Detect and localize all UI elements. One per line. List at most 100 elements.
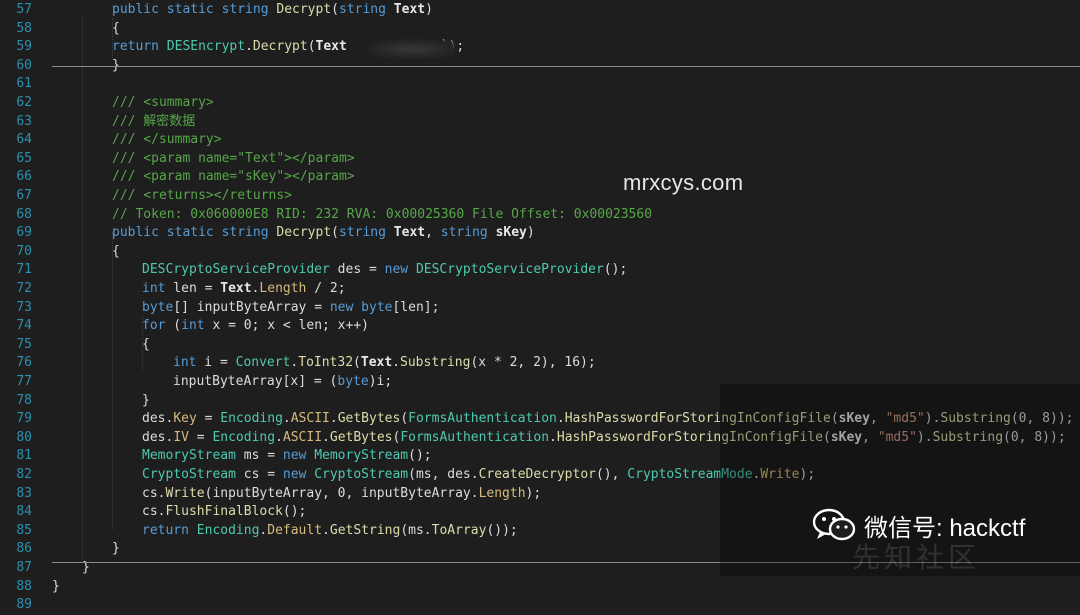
line-number: 79 — [16, 411, 32, 427]
code-token: string — [440, 225, 496, 241]
code-token: return — [112, 39, 167, 55]
code-line[interactable]: 57 public static string Decrypt(string Te… — [0, 1, 1080, 20]
code-text: inputByteArray[x] = (byte)i; — [173, 373, 392, 392]
line-number: 77 — [16, 374, 32, 389]
code-text: } — [142, 392, 150, 411]
code-line[interactable]: 64 /// </summary> — [0, 131, 1080, 150]
code-line[interactable]: 59return DESEncrypt.Decrypt(Text `); — [0, 38, 1080, 57]
code-line[interactable]: 61 — [0, 75, 1080, 94]
code-token: Key — [173, 411, 197, 427]
code-text: /// <returns></returns> — [112, 187, 292, 206]
code-token: ( — [353, 355, 361, 371]
code-token: = — [188, 429, 213, 445]
line-number: 60 — [16, 57, 32, 73]
code-token: DESCryptoServiceProvider — [142, 262, 330, 278]
line-number: 68 — [16, 206, 32, 222]
code-token: (ms, des. — [408, 467, 479, 482]
watermark-site: mrxcys.com — [623, 170, 744, 195]
code-token: FlushFinalBlock — [165, 504, 283, 520]
code-text: cs.FlushFinalBlock(); — [142, 503, 306, 522]
code-token: Encoding — [220, 411, 283, 427]
code-line[interactable]: 70 { — [0, 243, 1080, 262]
code-line[interactable]: 69 public static string Decrypt(string Te… — [0, 224, 1080, 243]
code-token: CryptoStream — [314, 467, 409, 482]
code-line[interactable]: 62 /// <summary> — [0, 94, 1080, 113]
line-number: 65 — [16, 150, 32, 166]
code-line[interactable]: 66 /// <param name="sKey"></param> — [0, 168, 1080, 187]
code-token: CryptoStream — [142, 467, 236, 482]
code-token: des. — [142, 429, 174, 445]
code-line[interactable]: 58 { — [0, 20, 1080, 39]
code-token: /// 解密数据 — [112, 113, 196, 129]
line-number: 66 — [16, 169, 32, 185]
code-token: Decrypt — [276, 2, 332, 17]
code-text: /// <summary> — [112, 94, 214, 113]
code-text: for (int x = 0; x < len; x++) — [142, 317, 369, 336]
code-token: int — [181, 318, 205, 334]
code-token: new — [384, 262, 416, 278]
line-number: 62 — [16, 95, 32, 110]
code-token: CreateDecryptor — [478, 467, 596, 482]
code-token: ( — [400, 411, 409, 427]
code-token: Text — [220, 281, 252, 296]
code-token: . — [322, 429, 330, 445]
code-token: ToInt32 — [298, 355, 354, 371]
line-number: 69 — [16, 225, 32, 241]
code-token: x = 0; x < len; x++) — [204, 318, 369, 334]
line-number: 83 — [16, 485, 32, 501]
code-token: . — [556, 411, 565, 427]
code-token: . — [275, 429, 283, 445]
code-line[interactable]: 74 for (int x = 0; x < len; x++) — [0, 317, 1080, 336]
code-line[interactable]: 76 int i = Convert.ToInt32(Text.Substring… — [0, 354, 1080, 373]
code-line[interactable]: 89 — [0, 596, 1080, 615]
method-separator — [52, 66, 1080, 67]
code-text: } — [52, 578, 60, 597]
code-token: . — [549, 429, 557, 445]
code-token: Text — [393, 225, 426, 241]
code-token: new — [282, 467, 315, 482]
line-number: 89 — [16, 597, 32, 613]
code-token: (); — [282, 504, 307, 520]
code-token: (); — [408, 448, 432, 464]
code-token: ( — [331, 225, 339, 241]
code-line[interactable]: 67 /// <returns></returns> — [0, 187, 1080, 206]
code-text: /// 解密数据 — [112, 113, 195, 132]
code-line[interactable]: 72 int len = Text.Length / 2; — [0, 280, 1080, 299]
code-token: Length — [478, 485, 526, 501]
code-token: ( — [165, 318, 182, 334]
code-token: new byte — [329, 299, 393, 315]
code-line[interactable]: 71 DESCryptoServiceProvider des = new DES… — [0, 261, 1080, 280]
code-token: FormsAuthentication — [400, 429, 550, 445]
code-line[interactable]: 65 /// <param name="Text"></param> — [0, 150, 1080, 169]
line-number: 73 — [16, 299, 32, 315]
code-token: cs. — [142, 504, 166, 520]
wechat-icon — [812, 508, 856, 541]
code-token: /// <summary> — [112, 95, 214, 110]
code-token: } — [142, 392, 150, 408]
line-number: 75 — [16, 336, 32, 352]
code-token: = — [196, 411, 221, 427]
line-number: 63 — [16, 113, 32, 129]
code-line[interactable]: 63 /// 解密数据 — [0, 113, 1080, 132]
code-token: ()); — [486, 522, 518, 538]
line-number: 81 — [16, 448, 32, 464]
code-token: Encoding — [196, 522, 260, 538]
code-token: )i; — [368, 374, 393, 389]
code-line[interactable]: 88} — [0, 578, 1080, 597]
code-token: DESEncrypt — [166, 39, 246, 55]
code-token: Write — [165, 485, 205, 501]
code-text: /// <param name="sKey"></param> — [112, 168, 355, 187]
code-token: . — [245, 39, 253, 55]
line-number: 76 — [16, 355, 32, 371]
indent-guide — [82, 18, 83, 560]
code-token: ToArray — [431, 522, 487, 538]
code-token: int — [142, 281, 166, 296]
code-line[interactable]: 68 // Token: 0x060000E8 RID: 232 RVA: 0x0… — [0, 206, 1080, 225]
code-text: /// <param name="Text"></param> — [112, 150, 355, 169]
code-token: ( — [331, 2, 339, 17]
code-line[interactable]: 75 { — [0, 336, 1080, 355]
code-token: Substring — [400, 355, 471, 371]
code-token: byte — [337, 374, 369, 389]
indent-guide — [112, 232, 113, 530]
code-line[interactable]: 73 byte[] inputByteArray = new byte[len]; — [0, 299, 1080, 318]
